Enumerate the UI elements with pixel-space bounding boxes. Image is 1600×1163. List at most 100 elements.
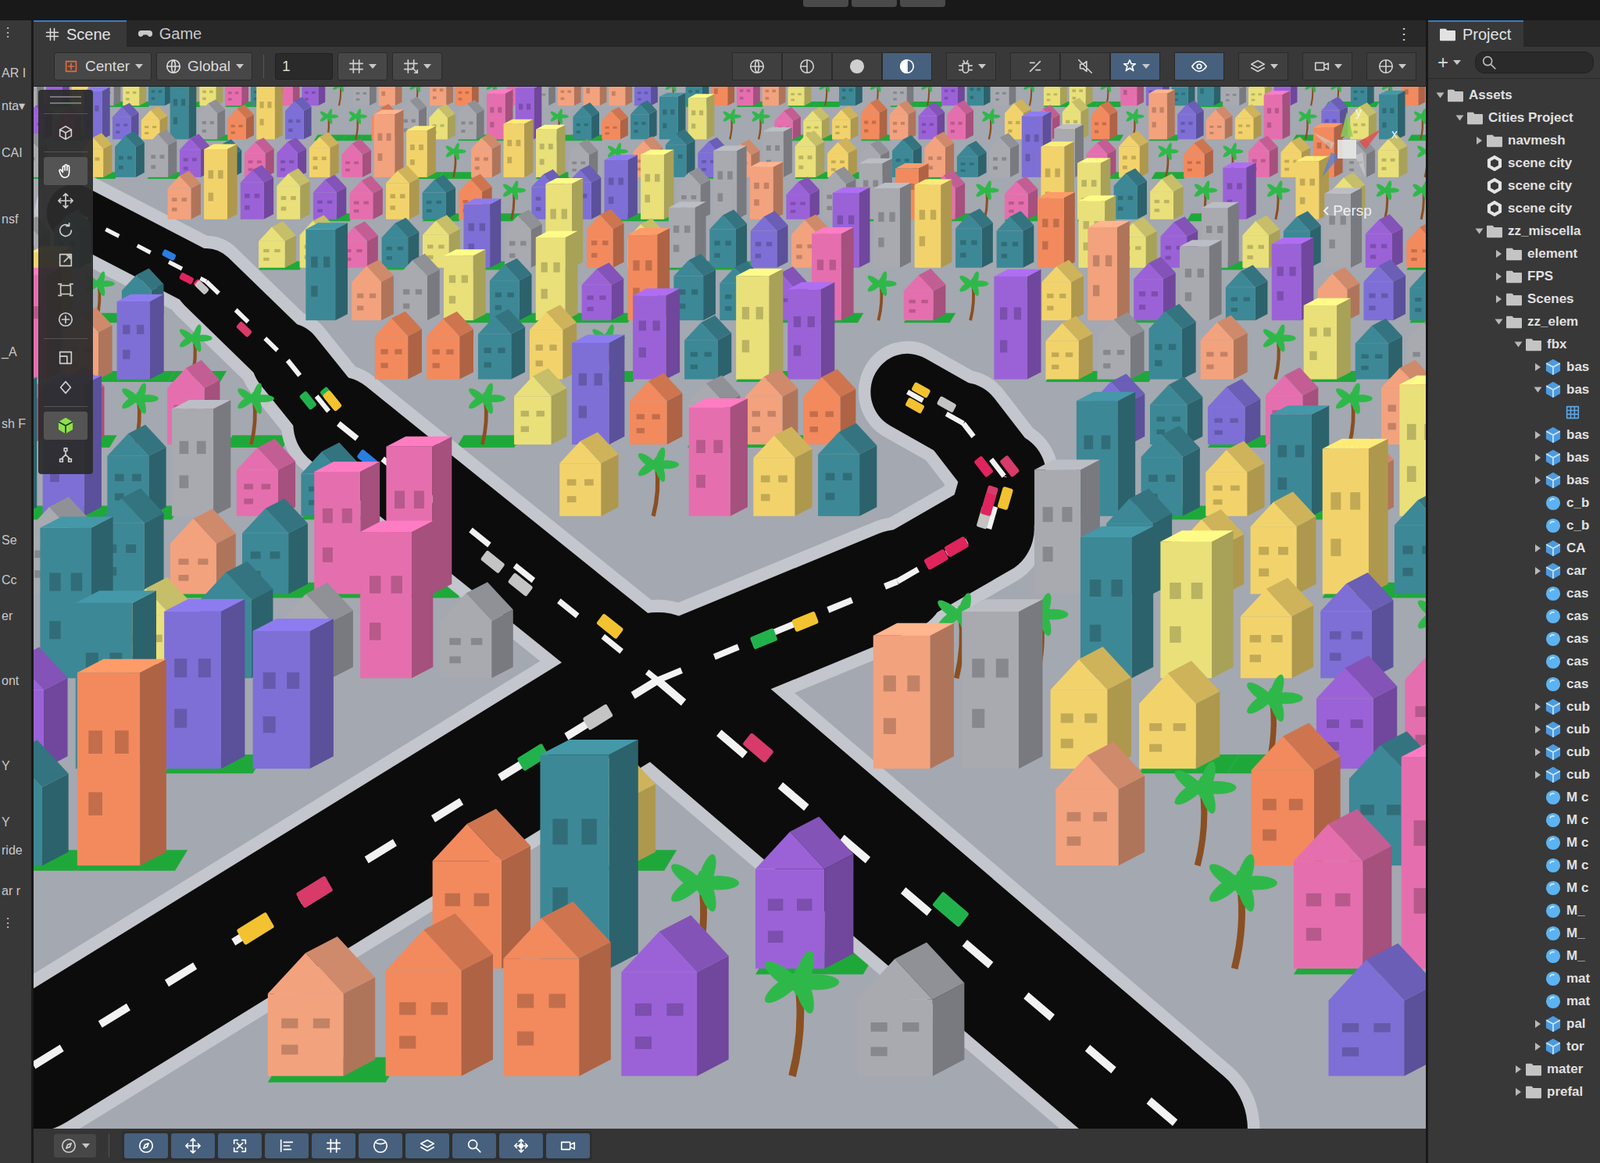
window (863, 180, 869, 188)
inspector-label: CAI (0, 144, 32, 162)
building (1120, 86, 1144, 106)
tab[interactable]: Game (126, 20, 218, 47)
window (960, 253, 966, 258)
view-toggle-button[interactable] (1366, 52, 1417, 81)
view-toggle-button[interactable] (1060, 52, 1111, 81)
window (550, 209, 556, 220)
window (210, 121, 215, 125)
caret-icon (978, 64, 986, 69)
building (890, 86, 915, 106)
window (960, 240, 966, 246)
window (909, 300, 916, 304)
window (1252, 159, 1258, 163)
building-side (1225, 115, 1233, 140)
window (468, 121, 473, 125)
view-toggle-button[interactable] (946, 52, 997, 81)
building-side (773, 161, 784, 220)
building-side (372, 188, 383, 220)
building (1264, 90, 1291, 140)
window (323, 256, 330, 268)
view-toggle-button[interactable] (782, 52, 833, 81)
pivot-dropdown[interactable]: Center (53, 52, 152, 81)
view-toggle-button[interactable] (1238, 52, 1289, 81)
window (1217, 125, 1222, 129)
scene-viewport[interactable]: yxPersp (33, 86, 1426, 1129)
window (535, 196, 542, 201)
window (1151, 291, 1158, 297)
building-side (1117, 221, 1130, 321)
building-front (1114, 185, 1138, 220)
window (1128, 196, 1134, 200)
building-side (427, 269, 440, 321)
window (995, 98, 1000, 101)
view-toggle-button[interactable] (1010, 52, 1061, 81)
view-toggle-button[interactable] (732, 52, 783, 81)
window (1008, 209, 1015, 213)
building (604, 154, 638, 220)
step-button[interactable] (900, 0, 946, 8)
window (1181, 92, 1186, 96)
building-front (750, 231, 778, 268)
building-gable (1043, 86, 1061, 89)
building-front (736, 86, 754, 106)
window (397, 246, 404, 251)
window (1053, 218, 1059, 228)
window (208, 170, 215, 179)
building-front (1225, 287, 1256, 321)
inspector-label: ar r (0, 882, 32, 900)
window (746, 89, 751, 93)
snap-button[interactable] (392, 52, 443, 81)
building-front (1021, 116, 1043, 178)
building-side (1071, 275, 1084, 321)
pause-button[interactable] (851, 0, 897, 8)
window (1094, 130, 1099, 134)
building (305, 222, 348, 321)
view-toggle-button[interactable] (1302, 52, 1353, 81)
window (617, 178, 624, 186)
view-toggle-button[interactable] (1110, 52, 1161, 81)
window (1015, 121, 1020, 125)
window (1231, 297, 1238, 302)
building-front (374, 114, 396, 178)
space-dropdown[interactable]: Global (156, 52, 253, 81)
play-button[interactable] (803, 0, 849, 8)
window (878, 237, 884, 247)
window (1065, 120, 1070, 124)
window (1123, 89, 1128, 95)
window (921, 130, 926, 134)
window (1131, 155, 1136, 160)
grid-size-field[interactable]: 1 (275, 53, 333, 80)
window (1370, 244, 1376, 249)
window (1197, 268, 1204, 278)
window (909, 309, 916, 314)
view-toggle-button[interactable] (832, 52, 883, 81)
building-front (170, 86, 190, 140)
window (280, 167, 286, 172)
window (1206, 225, 1212, 233)
inspector-label: Cc (0, 571, 32, 590)
building-front (1364, 282, 1394, 321)
building-side (427, 125, 436, 178)
scene-toolbar: CenterGlobal 1 (33, 46, 1426, 87)
building-side (167, 140, 177, 178)
view-toggle-button[interactable] (1174, 52, 1225, 81)
window (449, 275, 456, 283)
panel-menu-button[interactable]: ⋮ (1382, 20, 1426, 47)
building (378, 86, 403, 106)
lawn (813, 101, 843, 108)
building-front (1148, 93, 1168, 140)
snap-button[interactable] (337, 52, 388, 81)
building (1350, 86, 1375, 106)
toolbar-group (1010, 52, 1161, 81)
window (637, 91, 642, 94)
building-front (941, 86, 958, 106)
view-toggle-button[interactable] (882, 52, 933, 81)
building (535, 125, 566, 178)
window (94, 105, 99, 111)
window (1267, 122, 1272, 129)
tab[interactable]: Scene (33, 20, 127, 47)
building-side (706, 93, 715, 140)
window (363, 201, 369, 205)
window (1122, 165, 1128, 170)
window (605, 126, 610, 129)
